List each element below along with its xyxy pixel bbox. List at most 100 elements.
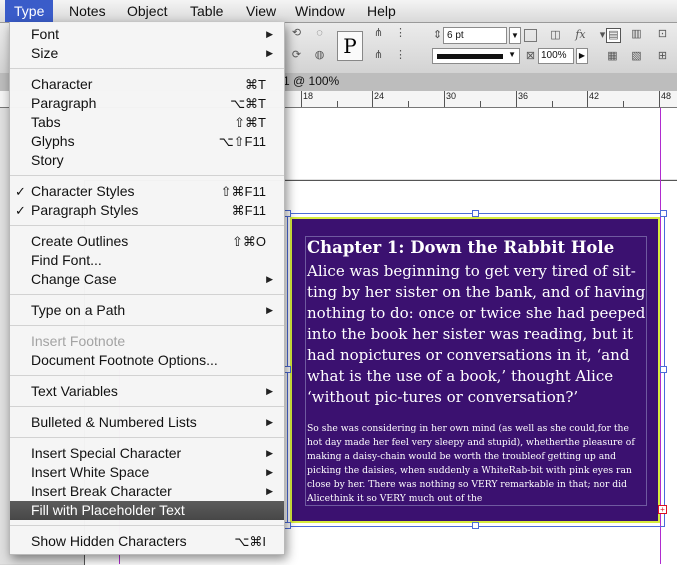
stroke-icon[interactable]: ⊠	[524, 50, 537, 63]
menu-item-document-footnote-options[interactable]: Document Footnote Options...	[10, 351, 284, 370]
menu-item-insert-break-character[interactable]: Insert Break Character ▶	[10, 482, 284, 501]
resize-handle[interactable]	[284, 210, 291, 217]
submenu-arrow-icon: ▶	[266, 274, 273, 284]
rotate-icon[interactable]: ⟲	[290, 27, 303, 40]
ruler-label: 42	[589, 91, 600, 101]
story-text[interactable]: Chapter 1: Down the Rabbit Hole Alice wa…	[305, 236, 647, 506]
menu-item-tabs[interactable]: Tabs ⇧⌘T	[10, 113, 284, 132]
menu-item-character[interactable]: Character ⌘T	[10, 75, 284, 94]
resize-handle[interactable]	[472, 210, 479, 217]
resize-handle[interactable]	[660, 210, 667, 217]
drop-shadow-icon[interactable]: ◫	[549, 29, 562, 42]
stroke-type-select[interactable]: ▼	[432, 48, 520, 64]
resize-handle[interactable]	[472, 522, 479, 529]
menu-window[interactable]: Window	[286, 0, 354, 22]
menu-item-label: Text Variables	[31, 383, 118, 399]
menu-item-label: Character	[31, 76, 93, 92]
menu-item-label: Insert Special Character	[31, 445, 182, 461]
menu-item-shortcut: ⌘F11	[231, 203, 266, 218]
resize-handle[interactable]	[284, 366, 291, 373]
align-bottom-icon[interactable]: ⋔	[372, 49, 385, 62]
fill-icon[interactable]	[524, 29, 537, 42]
wrap-next-icon[interactable]: ▧	[630, 50, 643, 63]
align-top-icon[interactable]: ⋔	[372, 27, 385, 40]
menu-item-fill-with-placeholder-text[interactable]: Fill with Placeholder Text	[10, 501, 284, 520]
menu-item-paragraph-styles[interactable]: ✓ Paragraph Styles ⌘F11	[10, 201, 284, 220]
menu-object[interactable]: Object	[118, 0, 176, 22]
ruler-major-tick	[587, 91, 588, 107]
rotate-cw-icon[interactable]: ⟳	[290, 49, 303, 62]
wrap-around-icon[interactable]: ▥	[630, 28, 643, 41]
overset-text-icon[interactable]: +	[658, 505, 667, 514]
menu-view[interactable]: View	[237, 0, 285, 22]
menu-separator	[10, 325, 284, 326]
menu-item-label: Bulleted & Numbered Lists	[31, 414, 197, 430]
menu-item-label: Font	[31, 26, 60, 42]
menu-separator	[10, 437, 284, 438]
document-tab-label[interactable]: 1 @ 100%	[283, 74, 339, 88]
wrap-jump-icon[interactable]: ▦	[606, 50, 619, 63]
chapter-heading: Chapter 1: Down the Rabbit Hole	[307, 238, 615, 257]
menu-item-label: Paragraph	[31, 95, 97, 111]
tint-dropdown[interactable]: ▶	[576, 48, 588, 64]
stroke-preview	[437, 54, 503, 59]
menu-item-insert-footnote: Insert Footnote	[10, 332, 284, 351]
type-menu-dropdown: Font ▶ Size ▶ Character ⌘T Paragraph ⌥⌘T Tab…	[9, 22, 285, 555]
flip-vertical-icon[interactable]: ◍	[313, 49, 326, 62]
stroke-weight-field[interactable]: 6 pt	[443, 27, 507, 44]
flip-icon[interactable]: ◌	[313, 27, 326, 40]
menu-separator	[10, 68, 284, 69]
menu-item-shortcut: ⌥⌘T	[230, 96, 266, 111]
menu-item-label: Fill with Placeholder Text	[31, 502, 185, 518]
menu-item-size[interactable]: Size ▶	[10, 44, 284, 63]
ruler-minor-tick	[623, 101, 624, 107]
menu-item-character-styles[interactable]: ✓ Character Styles ⇧⌘F11	[10, 182, 284, 201]
menu-item-label: Tabs	[31, 114, 61, 130]
menu-help[interactable]: Help	[358, 0, 405, 22]
menu-item-label: Glyphs	[31, 133, 75, 149]
menu-item-shortcut: ⌥⌘I	[234, 534, 266, 549]
menu-item-insert-special-character[interactable]: Insert Special Character ▶	[10, 444, 284, 463]
menu-separator	[10, 406, 284, 407]
distribute-v-icon[interactable]: ⋮	[394, 49, 407, 62]
menu-item-find-font[interactable]: Find Font...	[10, 251, 284, 270]
menu-notes[interactable]: Notes	[60, 0, 115, 22]
submenu-arrow-icon: ▶	[266, 29, 273, 39]
menu-item-type-on-a-path[interactable]: Type on a Path ▶	[10, 301, 284, 320]
menu-item-glyphs[interactable]: Glyphs ⌥⇧F11	[10, 132, 284, 151]
menu-item-font[interactable]: Font ▶	[10, 25, 284, 44]
submenu-arrow-icon: ▶	[266, 467, 273, 477]
resize-handle[interactable]	[284, 522, 291, 529]
submenu-arrow-icon: ▶	[266, 386, 273, 396]
menu-table[interactable]: Table	[181, 0, 232, 22]
ruler-major-tick	[301, 91, 302, 107]
menu-item-story[interactable]: Story	[10, 151, 284, 170]
menu-item-bulleted-numbered-lists[interactable]: Bulleted & Numbered Lists ▶	[10, 413, 284, 432]
menu-item-shortcut: ⇧⌘F11	[220, 184, 266, 199]
ruler-label: 30	[446, 91, 457, 101]
menu-item-label: Type on a Path	[31, 302, 126, 318]
menu-item-paragraph[interactable]: Paragraph ⌥⌘T	[10, 94, 284, 113]
ruler-label: 24	[374, 91, 385, 101]
resize-handle[interactable]	[660, 366, 667, 373]
menu-item-insert-white-space[interactable]: Insert White Space ▶	[10, 463, 284, 482]
ruler-minor-tick	[408, 101, 409, 107]
menu-item-label: Insert Break Character	[31, 483, 172, 499]
fit-content-icon[interactable]: ⊞	[656, 50, 669, 63]
menu-item-create-outlines[interactable]: Create Outlines ⇧⌘O	[10, 232, 284, 251]
ruler-major-tick	[516, 91, 517, 107]
effects-icon[interactable]: fx	[574, 28, 587, 41]
tint-field[interactable]: 100%	[538, 48, 574, 64]
submenu-arrow-icon: ▶	[266, 486, 273, 496]
menu-type[interactable]: Type	[5, 0, 54, 22]
menu-item-shortcut: ⇧⌘T	[234, 115, 266, 130]
stroke-weight-dropdown[interactable]: ▼	[509, 27, 521, 44]
menu-item-change-case[interactable]: Change Case ▶	[10, 270, 284, 289]
frame-fitting-icon[interactable]: ⊡	[656, 28, 669, 41]
menu-item-text-variables[interactable]: Text Variables ▶	[10, 382, 284, 401]
menu-item-show-hidden-characters[interactable]: Show Hidden Characters ⌥⌘I	[10, 532, 284, 551]
menu-item-label: Paragraph Styles	[31, 202, 139, 218]
type-on-path-icon[interactable]: P	[337, 31, 363, 61]
text-wrap-icon[interactable]: ▤	[606, 28, 621, 43]
distribute-icon[interactable]: ⋮	[394, 27, 407, 40]
